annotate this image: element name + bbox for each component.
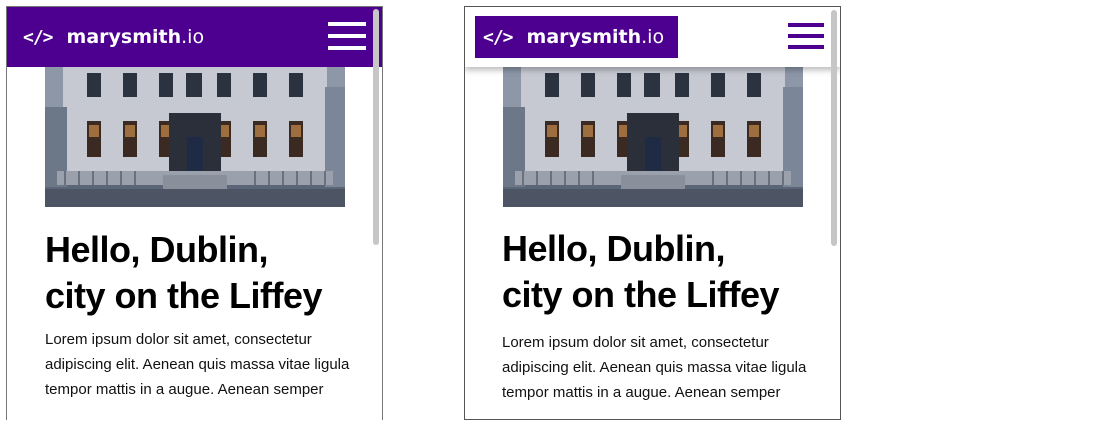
article-title-line-1: Hello, Dublin, [502,228,726,269]
code-brackets-icon: </> [483,26,513,48]
logo-tld: .io [641,26,665,48]
code-brackets-icon: </> [23,26,53,48]
site-header: </> marysmith .io [7,7,382,67]
article-title: Hello, Dublin, city on the Liffey [502,226,822,318]
logo-tld: .io [181,26,205,48]
mobile-preview-white-header: </> marysmith .io Hello, Dublin, city on… [464,6,841,420]
logo-name: marysmith [66,26,182,48]
hero-image [45,67,345,207]
logo-name: marysmith [526,26,642,48]
mobile-preview-purple-header: </> marysmith .io Hello, Dublin, city on… [6,6,383,420]
site-logo-link[interactable]: </> marysmith .io [23,16,204,58]
article-title: Hello, Dublin, city on the Liffey [45,227,365,319]
hamburger-menu-icon[interactable] [788,23,824,49]
article-title-line-1: Hello, Dublin, [45,229,269,270]
scrollbar-thumb[interactable] [373,9,379,245]
hamburger-menu-icon[interactable] [328,22,366,50]
article-title-line-2: city on the Liffey [45,275,323,316]
site-header: </> marysmith .io [465,7,840,67]
article-title-line-2: city on the Liffey [502,274,780,315]
scrollbar-thumb[interactable] [831,10,837,246]
site-logo-link[interactable]: </> marysmith .io [475,16,679,58]
hero-image [503,67,803,207]
article-body: Lorem ipsum dolor sit amet, consectetur … [45,331,350,398]
article-body: Lorem ipsum dolor sit amet, consectetur … [502,334,807,401]
